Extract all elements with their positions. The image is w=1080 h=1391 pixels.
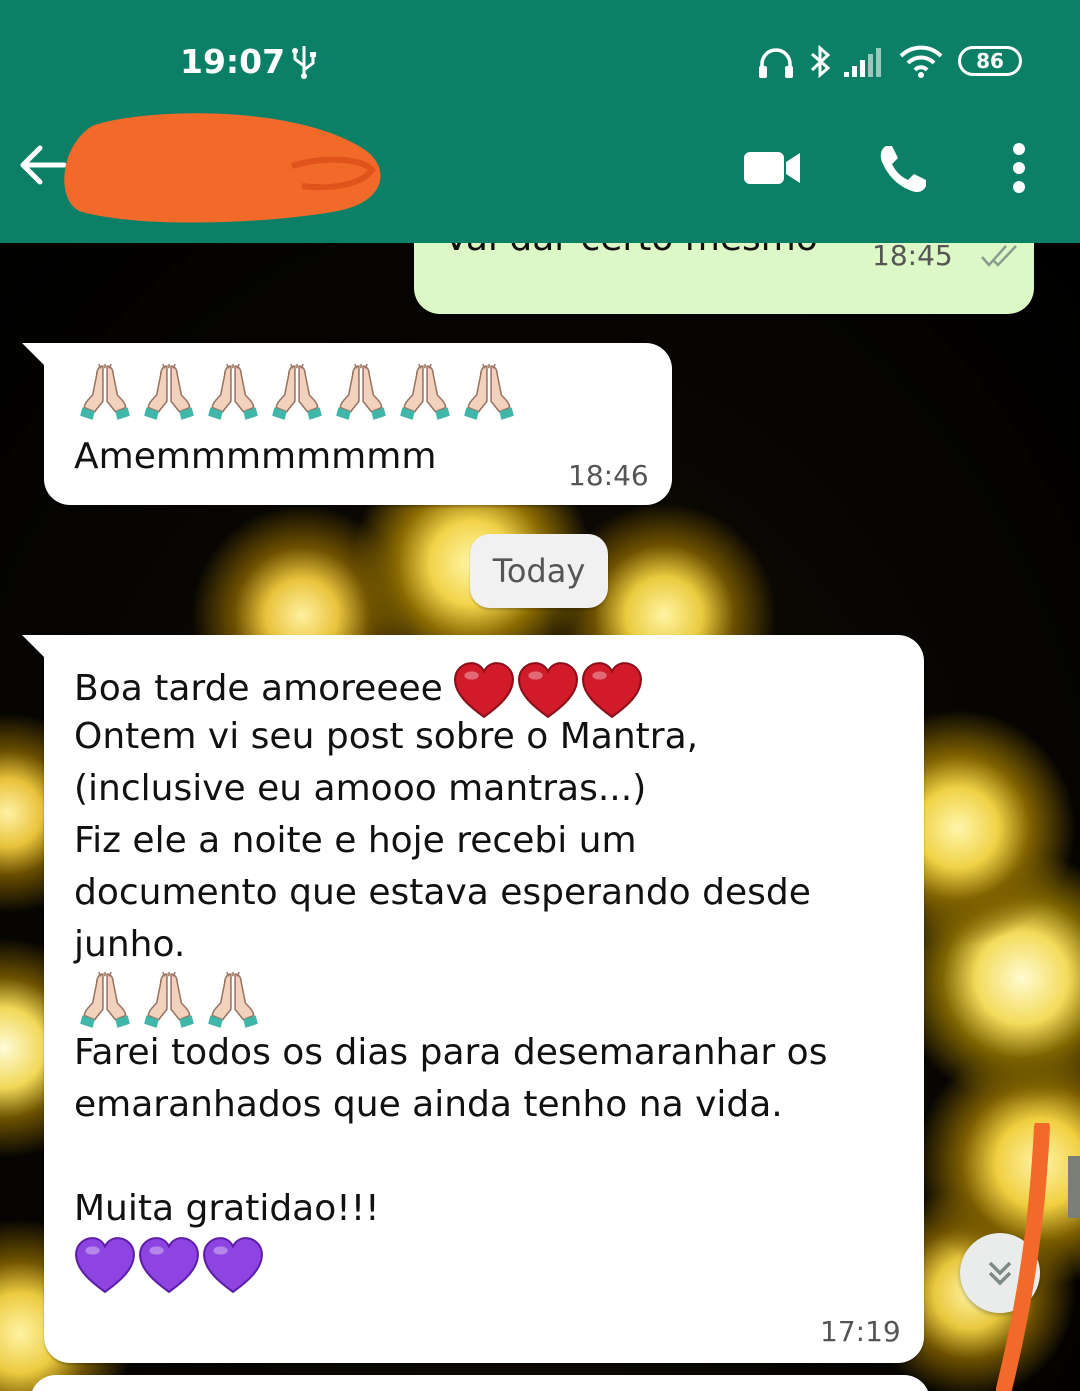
usb-icon [292, 46, 316, 79]
read-ticks-icon [981, 245, 1017, 267]
purple-heart-emoji [139, 1237, 199, 1294]
folded-hands-emoji [208, 363, 258, 420]
incoming-message[interactable]: Amemmmmmmmm 18:46 [22, 343, 672, 505]
status-time: 19:07 [180, 42, 286, 81]
message-text: Vai dar certo mesmo [444, 243, 818, 265]
folded-hands-emoji-row [74, 359, 520, 423]
folded-hands-emoji [144, 363, 194, 420]
message-time: 18:46 [568, 459, 649, 492]
purple-heart-emoji [203, 1237, 263, 1294]
message-time: 17:19 [820, 1315, 901, 1348]
message-line: (inclusive eu amooo mantras...) [74, 768, 647, 809]
battery-level: 86 [976, 49, 1004, 73]
message-line: Fiz ele a noite e hoje recebi um [74, 820, 637, 861]
video-call-icon[interactable] [742, 148, 802, 188]
battery-icon: 86 [958, 46, 1022, 76]
bubble-tail [22, 343, 44, 365]
purple-hearts-emoji-row [74, 1235, 914, 1295]
bubble-tail [22, 635, 44, 657]
app-bar: 19:07 86 [0, 0, 1080, 243]
signal-icon [844, 48, 881, 77]
message-time: 18:45 [872, 243, 953, 272]
folded-hands-emoji [400, 363, 450, 420]
purple-heart-emoji [75, 1237, 135, 1294]
message-line: Boa tarde amoreeee [74, 659, 914, 719]
bluetooth-icon [810, 44, 831, 79]
incoming-message-long[interactable]: Boa tarde amoreeee Ontem vi seu post sob… [22, 635, 924, 1363]
folded-hands-emoji-row [74, 971, 914, 1028]
message-line: Muita gratidao!!! [74, 1188, 380, 1229]
contact-name-redaction[interactable] [62, 108, 388, 228]
outgoing-message[interactable]: Vai dar certo mesmo 18:45 [414, 243, 1034, 314]
redaction-stroke [996, 1123, 1050, 1391]
message-line: junho. [74, 924, 186, 965]
folded-hands-emoji [80, 363, 130, 420]
more-options-icon[interactable] [1010, 142, 1028, 194]
back-arrow-icon[interactable] [18, 140, 68, 190]
wifi-icon [899, 45, 943, 78]
headset-icon [759, 48, 793, 78]
date-separator: Today [470, 534, 608, 608]
message-line: Ontem vi seu post sobre o Mantra, [74, 716, 699, 757]
folded-hands-emoji [272, 363, 322, 420]
folded-hands-emoji [336, 363, 386, 420]
message-line: documento que estava esperando desde [74, 872, 811, 913]
folded-hands-emoji [144, 971, 194, 1028]
folded-hands-emoji [80, 971, 130, 1028]
message-text: Amemmmmmmmm [74, 436, 437, 477]
chat-area[interactable]: Vai dar certo mesmo 18:45 Amemmmmmmmm 18… [0, 243, 1080, 1391]
folded-hands-emoji [464, 363, 514, 420]
message-line: Farei todos os dias para desemaranhar os [74, 1032, 828, 1073]
message-line: emaranhados que ainda tenho na vida. [74, 1084, 783, 1125]
folded-hands-emoji [208, 971, 258, 1028]
next-message-edge [30, 1375, 930, 1391]
voice-call-icon[interactable] [876, 142, 930, 196]
